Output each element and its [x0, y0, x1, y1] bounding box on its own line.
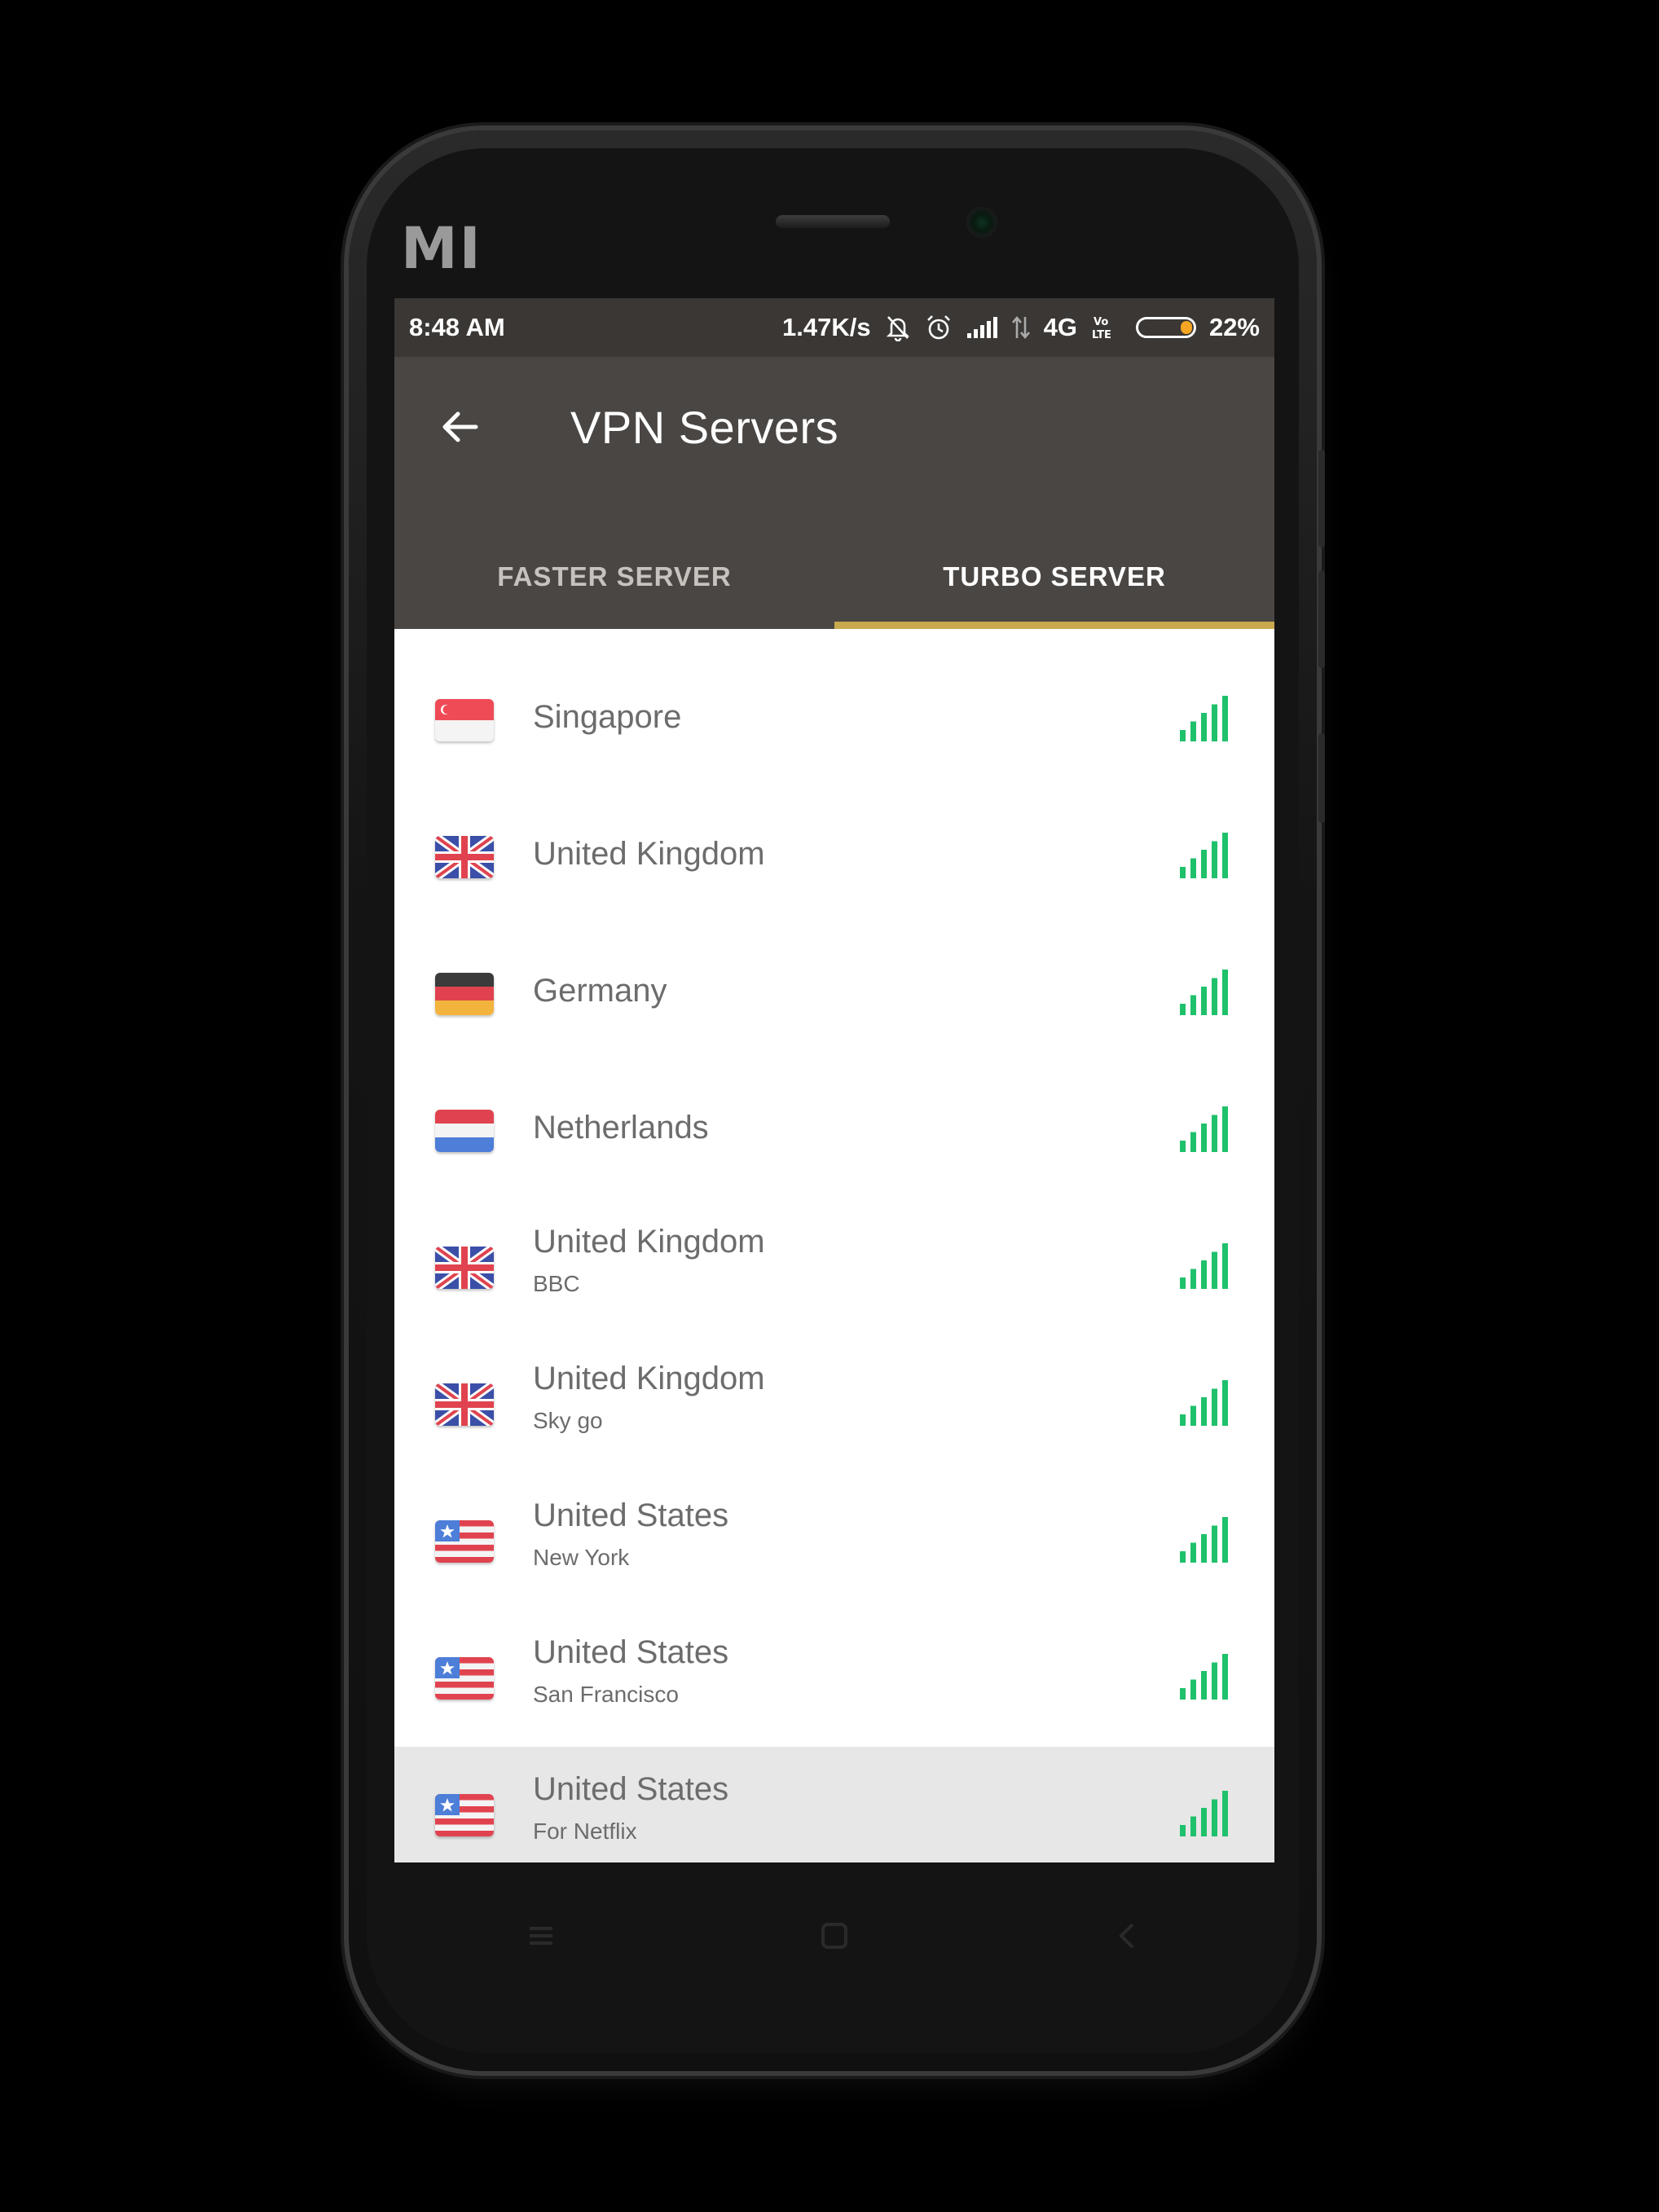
server-list: Singapore United Kingdom Germany Netherland…	[394, 629, 1274, 1862]
volte-icon: Vo LTE	[1090, 314, 1123, 341]
us-flag-icon	[435, 1657, 494, 1700]
server-row[interactable]: United States New York	[394, 1473, 1274, 1610]
server-row[interactable]: Singapore	[394, 652, 1274, 789]
server-row[interactable]: United Kingdom	[394, 789, 1274, 926]
home-icon	[821, 1923, 847, 1949]
net-speed: 1.47K/s	[782, 313, 871, 341]
server-row[interactable]: Netherlands	[394, 1062, 1274, 1199]
data-arrows-icon	[1011, 314, 1031, 341]
server-location: New York	[533, 1545, 630, 1570]
tab-faster-server[interactable]: FASTER SERVER	[394, 525, 834, 629]
mi-logo: MI	[401, 215, 482, 282]
server-row[interactable]: United States For Netflix	[394, 1747, 1274, 1862]
svg-text:Vo: Vo	[1094, 316, 1108, 328]
tab-indicator	[834, 622, 1274, 629]
tab-label: TURBO SERVER	[943, 561, 1166, 591]
nav-back-button[interactable]	[1091, 1899, 1164, 1972]
signal-strength-icon	[1180, 1517, 1230, 1563]
battery-percent: 22%	[1208, 313, 1260, 341]
server-row[interactable]: Germany	[394, 926, 1274, 1062]
server-country: United Kingdom	[533, 1361, 765, 1396]
back-button[interactable]	[427, 394, 492, 460]
app-bar: VPN Servers FASTER SERVER TURBO SERVER	[394, 357, 1274, 629]
network-type: 4G	[1043, 313, 1077, 341]
front-camera	[966, 207, 997, 238]
menu-button[interactable]	[504, 1899, 578, 1972]
server-location: BBC	[533, 1271, 580, 1296]
uk-flag-icon	[435, 1383, 494, 1426]
alarm-icon	[925, 314, 953, 341]
server-row[interactable]: United Kingdom Sky go	[394, 1336, 1274, 1473]
uk-flag-icon	[435, 836, 494, 878]
sg-flag-icon	[435, 699, 494, 741]
tab-label: FASTER SERVER	[497, 561, 732, 591]
server-row[interactable]: United Kingdom BBC	[394, 1199, 1274, 1336]
signal-strength-icon	[1180, 1243, 1230, 1289]
page-title: VPN Servers	[570, 402, 839, 453]
tab-turbo-server[interactable]: TURBO SERVER	[834, 525, 1274, 629]
menu-icon	[530, 1927, 552, 1945]
server-location: Sky go	[533, 1408, 603, 1433]
navigation-bar	[394, 1862, 1274, 2009]
status-time: 8:48 AM	[409, 313, 505, 341]
status-icons: 1.47K/s 4G Vo LTE 22%	[782, 310, 1260, 345]
signal-strength-icon	[1180, 1654, 1230, 1700]
volume-up-button	[1318, 450, 1325, 548]
server-country: United Kingdom	[533, 836, 765, 872]
server-country: United States	[533, 1771, 729, 1807]
back-icon	[1119, 1923, 1134, 1949]
svg-text:LTE: LTE	[1092, 329, 1111, 341]
status-bar: 8:48 AM 1.47K/s 4G Vo LTE 22%	[394, 298, 1274, 357]
signal-strength-icon	[1180, 1106, 1230, 1152]
home-button[interactable]	[798, 1899, 871, 1972]
earpiece-speaker	[776, 215, 890, 228]
server-location: For Netflix	[533, 1818, 637, 1844]
signal-strength-icon	[1180, 1380, 1230, 1426]
server-country: United States	[533, 1634, 729, 1670]
signal-strength-icon	[1180, 970, 1230, 1015]
arrow-left-icon	[442, 411, 478, 442]
signal-icon	[966, 315, 998, 340]
signal-strength-icon	[1180, 696, 1230, 741]
volume-down-button	[1318, 570, 1325, 668]
de-flag-icon	[435, 973, 494, 1015]
bell-off-icon	[884, 314, 912, 341]
nl-flag-icon	[435, 1110, 494, 1152]
signal-strength-icon	[1180, 1791, 1230, 1836]
tab-bar: FASTER SERVER TURBO SERVER	[394, 525, 1274, 629]
us-flag-icon	[435, 1794, 494, 1836]
battery-icon	[1135, 317, 1196, 338]
server-country: Netherlands	[533, 1110, 709, 1146]
server-row[interactable]: United States San Francisco	[394, 1610, 1274, 1747]
battery-fill	[1180, 321, 1192, 334]
server-country: Singapore	[533, 699, 682, 735]
server-country: Germany	[533, 973, 667, 1009]
screen: 8:48 AM 1.47K/s 4G Vo LTE 22% VPN Server…	[394, 298, 1274, 1862]
server-location: San Francisco	[533, 1682, 679, 1707]
server-country: United Kingdom	[533, 1224, 765, 1260]
power-button	[1318, 733, 1325, 823]
uk-flag-icon	[435, 1247, 494, 1289]
signal-strength-icon	[1180, 833, 1230, 878]
us-flag-icon	[435, 1520, 494, 1563]
server-country: United States	[533, 1497, 729, 1533]
